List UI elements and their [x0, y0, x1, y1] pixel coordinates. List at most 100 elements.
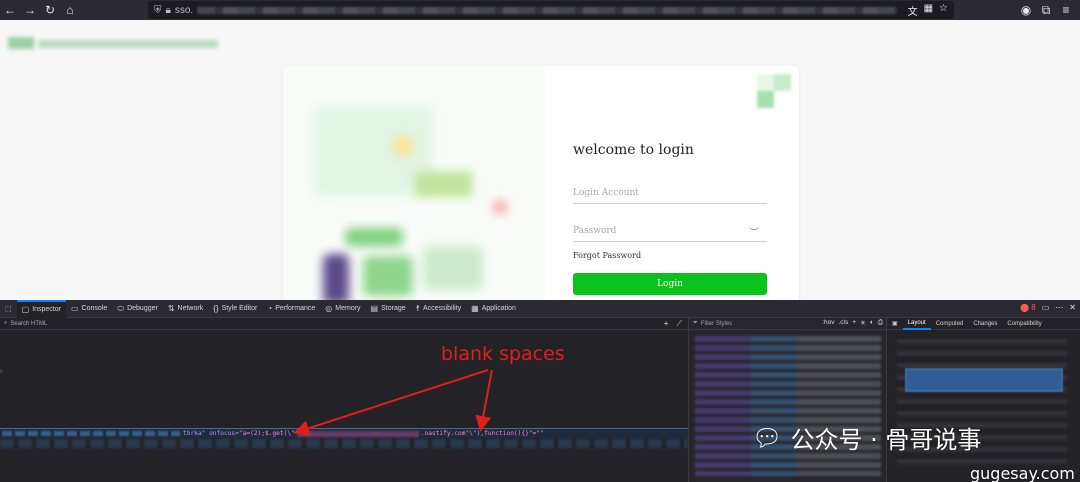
reload-icon[interactable]: ↻ — [40, 0, 60, 20]
login-illustration — [283, 66, 545, 306]
annotation-label: blank spaces — [441, 343, 565, 365]
tab-computed[interactable]: Computed — [931, 318, 969, 330]
tab-label: Application — [481, 305, 516, 312]
tab-application[interactable]: ▦ Application — [466, 300, 521, 318]
network-icon: ⇅ — [167, 304, 175, 313]
search-html-input[interactable]: ⌕ Search HTML + ⟋ — [0, 318, 688, 330]
tab-layout[interactable]: Layout — [902, 318, 931, 330]
layout-tabs: ▣ Layout Computed Changes Compatibility — [887, 318, 1080, 330]
close-devtools-icon[interactable]: ✕ — [1069, 303, 1076, 312]
watermark-text: 公众号 · 骨哥说事 — [790, 426, 982, 454]
home-icon[interactable]: ⌂ — [60, 0, 80, 20]
memory-icon: ◎ — [325, 304, 333, 313]
code-redacted — [0, 439, 688, 448]
site-logo — [8, 37, 34, 49]
tab-storage[interactable]: ▤ Storage — [366, 300, 411, 318]
login-button[interactable]: Login — [573, 273, 767, 295]
filter-icon: ⏷ — [693, 320, 698, 326]
qr-code-toggle-icon[interactable] — [757, 74, 791, 108]
error-count-badge[interactable]: ⬤ 8 — [1020, 303, 1036, 312]
inspector-icon: ▢ — [21, 305, 30, 314]
add-node-icon[interactable]: + — [664, 319, 669, 329]
url-bar[interactable]: ⛨ 🔒︎ sso. 文 ▦ ☆ — [148, 1, 954, 19]
style-editor-icon: {} — [213, 304, 219, 313]
tab-label: Debugger — [127, 305, 158, 312]
code-redacted — [2, 431, 180, 436]
console-icon: ▭ — [70, 304, 79, 313]
tab-memory[interactable]: ◎ Memory — [320, 300, 365, 318]
debugger-icon: ⬭ — [117, 303, 125, 313]
error-count: 8 — [1031, 303, 1036, 312]
light-mode-icon[interactable]: ☀ — [860, 319, 866, 327]
tree-expander-icon[interactable]: › — [0, 368, 2, 375]
print-media-icon[interactable]: ⎙ — [878, 319, 883, 327]
password-placeholder: Password — [573, 226, 617, 236]
watermark: 💬︎ 公众号 · 骨哥说事 — [752, 420, 981, 455]
forgot-password-link[interactable]: Forgot Password — [573, 251, 641, 260]
login-account-field[interactable]: Login Account — [573, 182, 767, 204]
accessibility-icon: ☨ — [415, 304, 420, 313]
illus-shape — [493, 200, 507, 214]
url-redacted — [197, 6, 898, 14]
box-model-diagram — [905, 368, 1063, 392]
selected-html-line[interactable]: tbrka" onfocus= "a=(2);$.get(\" .oastify… — [0, 428, 688, 438]
login-card: welcome to login Login Account Password … — [283, 66, 799, 306]
tab-label: Console — [81, 305, 108, 312]
pick-element-icon[interactable]: ⬚ — [0, 300, 17, 318]
hover-toggle[interactable]: :hov — [822, 319, 834, 327]
url-text: sso. — [174, 4, 194, 16]
extensions-grid-icon[interactable]: ▦ — [924, 3, 933, 18]
filter-styles-input[interactable]: ⏷ Filter Styles :hov .cls + ☀ ◐ ⎙ — [689, 318, 887, 330]
password-field[interactable]: Password ︶ — [573, 220, 767, 242]
illus-shape — [415, 171, 473, 197]
tab-debugger[interactable]: ⬭ Debugger — [112, 300, 163, 318]
site-name-redacted — [38, 40, 218, 48]
tab-changes[interactable]: Changes — [968, 318, 1002, 330]
translate-icon[interactable]: 文 — [908, 3, 918, 18]
toggle-sidebar-icon[interactable]: ▣ — [887, 318, 903, 330]
rules-pane: ⏷ Filter Styles :hov .cls + ☀ ◐ ⎙ — [688, 318, 887, 482]
back-arrow-icon[interactable]: ← — [0, 0, 20, 20]
inspector-pane: ⌕ Search HTML + ⟋ › tbrka" onfocus= "a=(… — [0, 318, 688, 482]
menu-icon[interactable]: ≡ — [1056, 0, 1076, 20]
tab-network[interactable]: ⇅ Network — [163, 300, 208, 318]
extensions-icon[interactable]: ⧉ — [1036, 0, 1056, 20]
tab-console[interactable]: ▭ Console — [66, 300, 112, 318]
bookmark-star-icon[interactable]: ☆ — [939, 3, 948, 18]
dock-icon[interactable]: ▭ — [1042, 303, 1050, 312]
browser-toolbar: ← → ↻ ⌂ ⛨ 🔒︎ sso. 文 ▦ ☆ ◉ ⧉ ≡ — [0, 0, 1080, 20]
redacted-domain — [296, 430, 419, 437]
application-icon: ▦ — [471, 304, 479, 313]
attr-name: tbrka" onfocus= — [183, 430, 239, 437]
screenshot-root: ← → ↻ ⌂ ⛨ 🔒︎ sso. 文 ▦ ☆ ◉ ⧉ ≡ welcome to… — [0, 0, 1080, 482]
tab-performance[interactable]: ◔ Performance — [262, 300, 320, 318]
login-account-placeholder: Login Account — [573, 188, 639, 198]
illus-shape — [323, 254, 349, 304]
devtools-tabs: ⬚ ▢ Inspector ▭ Console ⬭ Debugger ⇅ Net… — [0, 299, 1080, 318]
tab-label: Performance — [275, 305, 316, 312]
tab-compatibility[interactable]: Compatibility — [1002, 318, 1046, 330]
tab-label: Storage — [381, 305, 406, 312]
tab-accessibility[interactable]: ☨ Accessibility — [411, 300, 466, 318]
account-icon[interactable]: ◉ — [1016, 0, 1036, 20]
filter-styles-placeholder: Filter Styles — [700, 320, 733, 327]
illus-shape — [363, 256, 413, 296]
login-title: welcome to login — [573, 142, 694, 158]
attr-value-start: "a=(2);$.get(\" — [238, 430, 295, 437]
illus-shape — [393, 136, 413, 156]
eyedropper-icon[interactable]: ⟋ — [676, 319, 682, 329]
class-toggle[interactable]: .cls — [838, 319, 848, 327]
add-rule-icon[interactable]: + — [852, 319, 856, 327]
forward-arrow-icon[interactable]: → — [20, 0, 40, 20]
tab-inspector[interactable]: ▢ Inspector — [16, 299, 66, 318]
tab-style-editor[interactable]: {} Style Editor — [208, 300, 262, 318]
attr-value-end: \"),function(){}"="" — [469, 430, 544, 437]
tab-label: Network — [177, 305, 204, 312]
eye-closed-icon[interactable]: ︶ — [749, 224, 759, 239]
dark-mode-icon[interactable]: ◐ — [870, 319, 874, 327]
layout-pane: ▣ Layout Computed Changes Compatibility — [886, 318, 1080, 482]
attr-value-mid: .oastify.com" — [420, 430, 470, 437]
storage-icon: ▤ — [370, 304, 379, 313]
more-options-icon[interactable]: ⋯ — [1055, 303, 1063, 312]
illus-shape — [423, 246, 483, 290]
